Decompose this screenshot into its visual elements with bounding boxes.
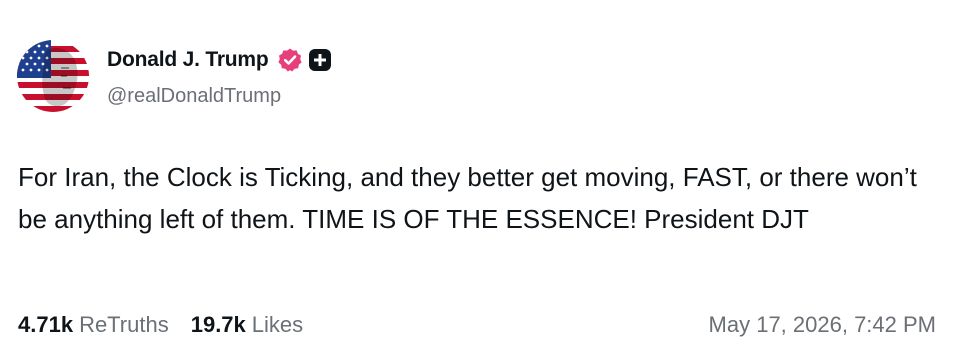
retruths-label: ReTruths [79, 312, 169, 337]
post-text: For Iran, the Clock is Ticking, and they… [18, 162, 917, 234]
likes-stat[interactable]: 19.7k Likes [191, 312, 303, 338]
likes-count: 19.7k [190, 312, 246, 337]
retruths-count: 4.71k [18, 312, 74, 337]
author-handle[interactable]: @realDonaldTrump [107, 85, 281, 108]
post-timestamp[interactable]: May 17, 2026, 7:42 PM [709, 312, 936, 338]
flag-face-avatar-icon [17, 40, 89, 112]
post-stats: 4.71k ReTruths 19.7k Likes [18, 312, 325, 338]
plus-badge-icon [308, 49, 331, 71]
retruths-stat[interactable]: 4.71k ReTruths [18, 312, 169, 338]
likes-label: Likes [251, 312, 304, 337]
author-name-row: Donald J. Trump [107, 45, 331, 75]
verified-badge-icon [277, 47, 303, 73]
avatar[interactable] [17, 40, 89, 112]
display-name[interactable]: Donald J. Trump [107, 48, 269, 72]
post-card: Donald J. Trump @realDonaldTrump For Ira… [0, 0, 958, 358]
